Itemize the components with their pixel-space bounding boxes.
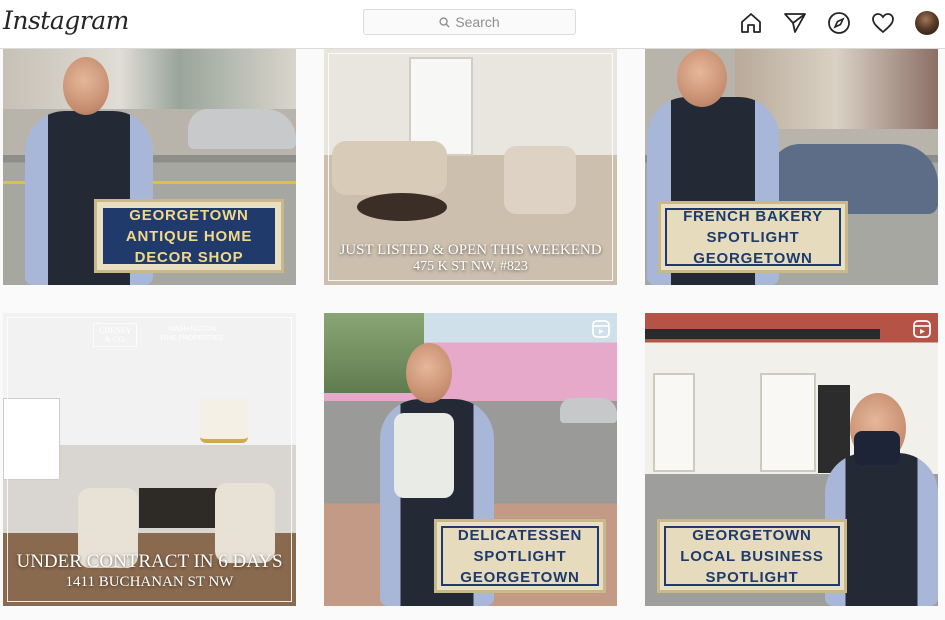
post-tile[interactable]: GEORGETOWN LOCAL BUSINESS SPOTLIGHT xyxy=(645,313,938,606)
brand-logos: CHENEY & CO. WASHINGTON FINE PROPERTIES xyxy=(93,323,228,347)
sign-text: GEORGETOWN ANTIQUE HOME DECOR SHOP xyxy=(101,206,277,266)
direct-icon[interactable] xyxy=(783,11,807,35)
partner-logo: WASHINGTON FINE PROPERTIES xyxy=(160,326,224,342)
business-sign: GEORGETOWN ANTIQUE HOME DECOR SHOP xyxy=(94,199,284,273)
activity-icon[interactable] xyxy=(871,11,895,35)
sign-text: GEORGETOWN LOCAL BUSINESS SPOTLIGHT xyxy=(664,526,840,586)
person-head xyxy=(406,343,452,403)
business-sign: DELICATESSEN SPOTLIGHT GEORGETOWN xyxy=(434,519,606,593)
top-navigation-bar: Instagram Search xyxy=(0,0,945,49)
listing-headline: UNDER CONTRACT IN 6 DAYS xyxy=(16,551,283,572)
listing-headline: JUST LISTED & OPEN THIS WEEKEND xyxy=(339,242,602,258)
person-head xyxy=(677,49,727,107)
post-tile[interactable]: CHENEY & CO. WASHINGTON FINE PROPERTIES … xyxy=(3,313,296,606)
search-icon xyxy=(439,16,450,28)
business-sign: GEORGETOWN LOCAL BUSINESS SPOTLIGHT xyxy=(657,519,847,593)
brokerage-logo: CHENEY & CO. xyxy=(93,323,138,347)
reel-icon xyxy=(912,319,932,339)
post-tile[interactable]: JUST LISTED & OPEN THIS WEEKEND 475 K ST… xyxy=(324,49,617,285)
storefront-background xyxy=(3,49,296,109)
parked-car xyxy=(188,109,296,149)
explore-icon[interactable] xyxy=(827,11,851,35)
sign-text: FRENCH BAKERY SPOTLIGHT GEORGETOWN xyxy=(665,208,841,267)
listing-address: 475 K ST NW, #823 xyxy=(413,259,528,274)
window xyxy=(653,373,695,472)
sign-text: DELICATESSEN SPOTLIGHT GEORGETOWN xyxy=(441,526,599,586)
person-head xyxy=(63,57,109,115)
business-sign: FRENCH BAKERY SPOTLIGHT GEORGETOWN xyxy=(658,201,848,273)
post-tile[interactable]: DELICATESSEN SPOTLIGHT GEORGETOWN xyxy=(324,313,617,606)
post-tile[interactable]: GEORGETOWN ANTIQUE HOME DECOR SHOP xyxy=(3,49,296,285)
reel-icon xyxy=(591,319,611,339)
balcony-railing xyxy=(645,329,880,339)
profile-avatar[interactable] xyxy=(915,11,939,35)
window xyxy=(760,373,816,472)
search-placeholder: Search xyxy=(455,14,500,30)
post-tile[interactable]: FRENCH BAKERY SPOTLIGHT GEORGETOWN xyxy=(645,49,938,285)
instagram-logo[interactable]: Instagram xyxy=(3,6,129,35)
paper-bag xyxy=(394,413,454,498)
parked-car xyxy=(560,398,617,423)
listing-address: 1411 BUCHANAN ST NW xyxy=(65,574,234,590)
search-input[interactable]: Search xyxy=(363,9,576,35)
face-mask xyxy=(854,431,900,465)
home-icon[interactable] xyxy=(739,11,763,35)
